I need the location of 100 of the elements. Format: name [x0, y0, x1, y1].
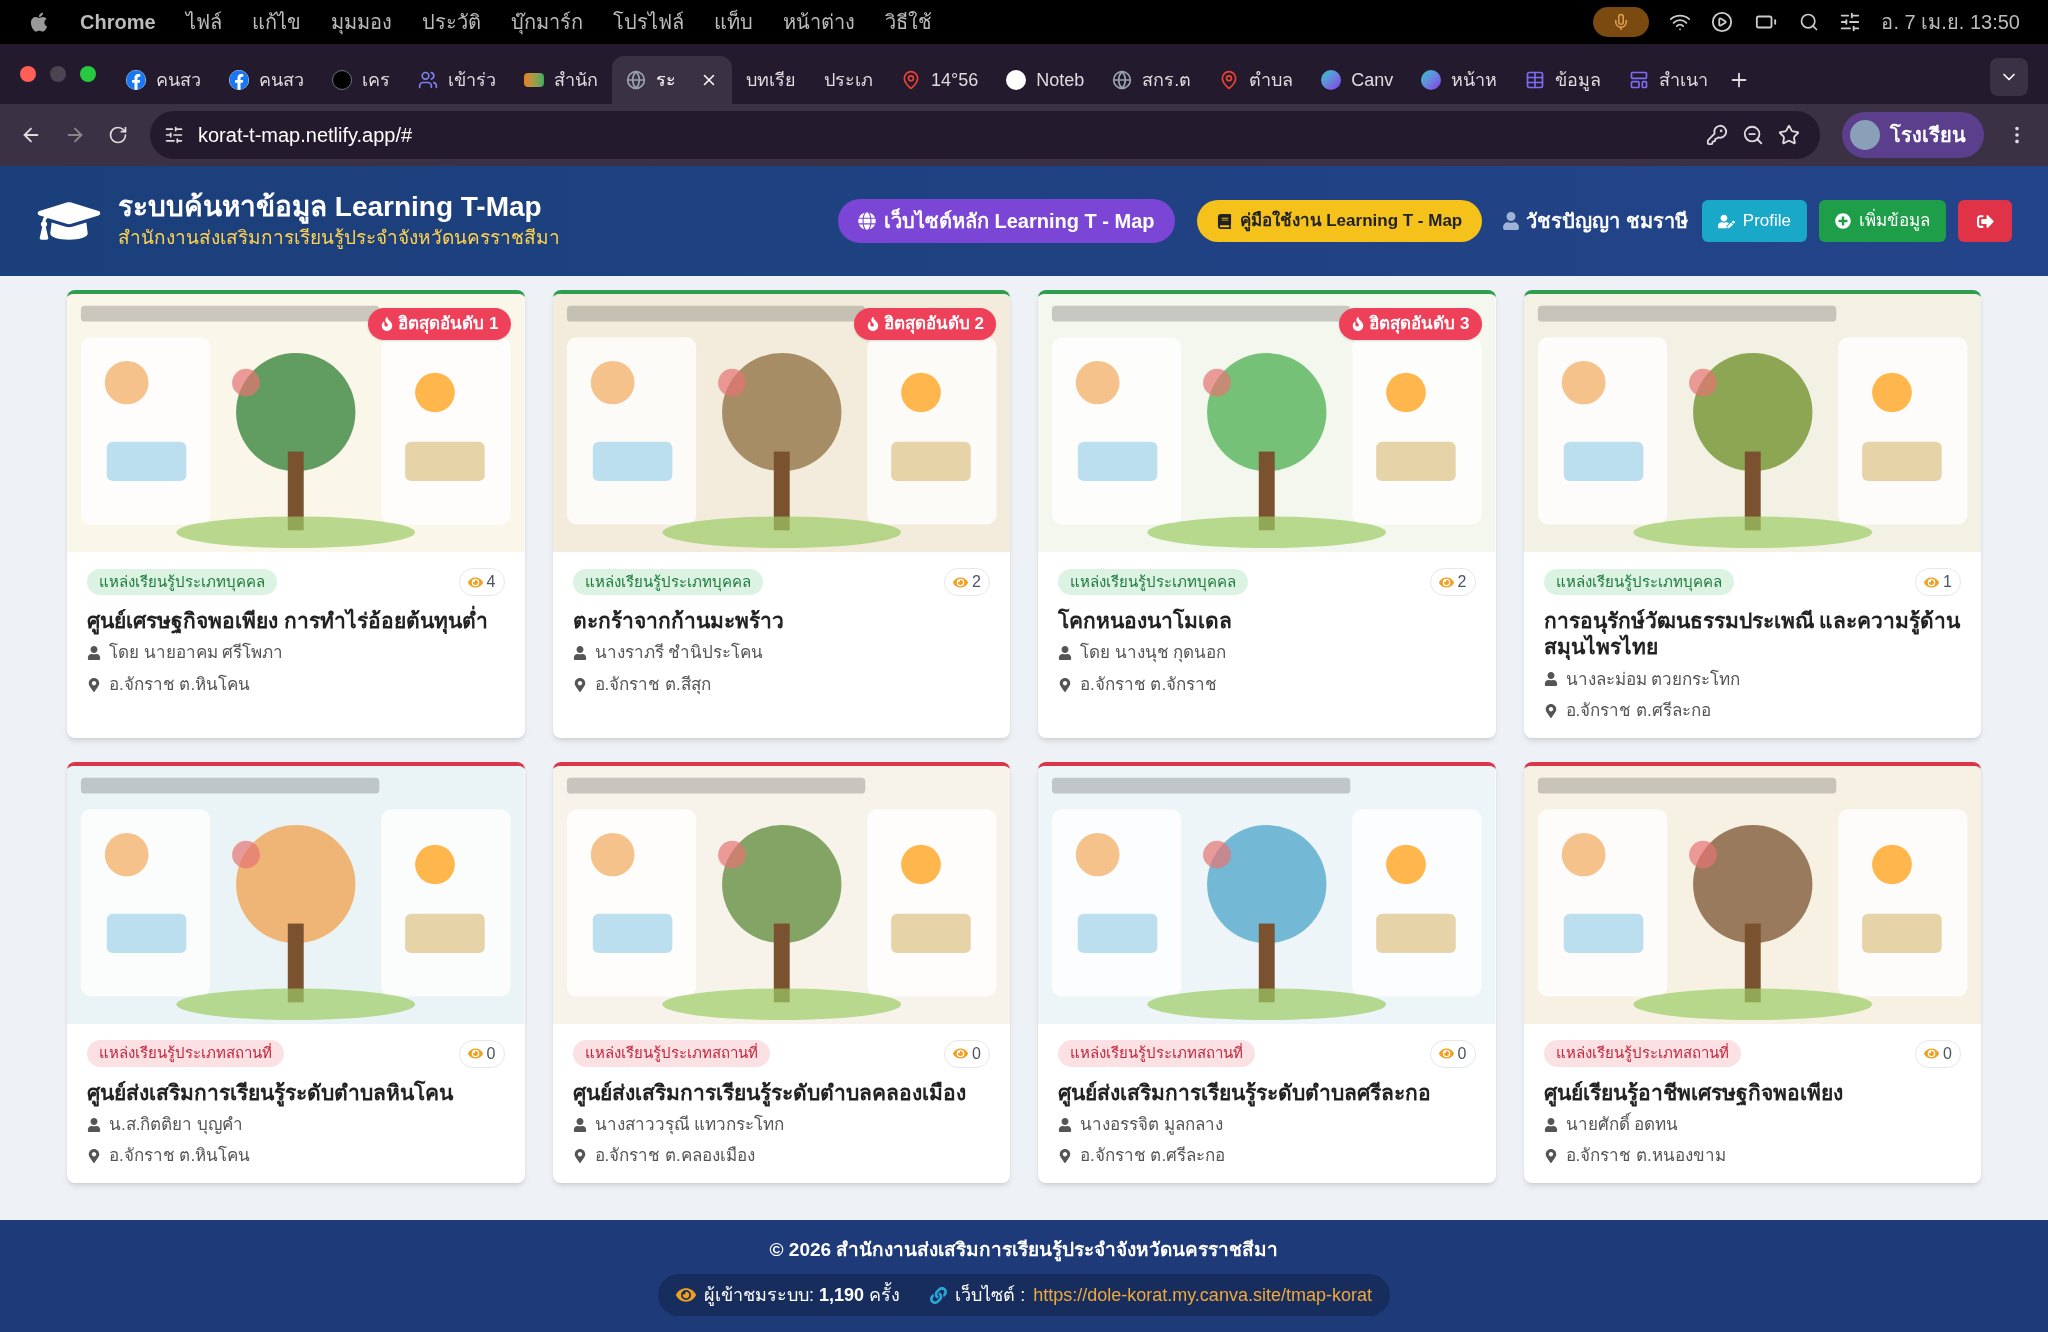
category-tag: แหล่งเรียนรู้ประเภทสถานที่	[1058, 1040, 1255, 1067]
fire-icon	[380, 316, 395, 331]
place-card[interactable]: แหล่งเรียนรู้ประเภทบุคคล 1 การอนุรักษ์วัฒนธรรมประเพณี และความรู้ด้านสมุนไพรไทย นางละม่อม ตวยกระโทก อ.จักราช ต.ศรีละกอ	[1523, 290, 1981, 738]
category-tag: แหล่งเรียนรู้ประเภทสถานที่	[87, 1040, 284, 1067]
location-icon	[1543, 1149, 1558, 1163]
visitor-count: ผู้เข้าชมระบบ: 1,190 ครั้ง	[704, 1281, 901, 1308]
owner-name: น.ส.กิตติยา บุญคำ	[109, 1113, 244, 1137]
book-icon	[1216, 213, 1232, 229]
browser-tab[interactable]: เข้าร่ว	[404, 56, 510, 104]
browser-tab[interactable]: 14°56	[887, 56, 993, 104]
menu-item[interactable]: โปรไฟล์	[612, 7, 684, 37]
app-menu[interactable]: Chrome	[80, 7, 156, 37]
browser-tab[interactable]: สกร.ต	[1098, 56, 1206, 104]
place-card[interactable]: ฮิตสุดอันดับ 1 แหล่งเรียนรู้ประเภทบุคคล 4 ศูนย์เศรษฐกิจพอเพียง การทำไร่อ้อยต้นทุนต่ำ โดย นายอาคม ศรีโพภา อ.จักราช ต.หินโคน	[67, 290, 525, 738]
browser-tab[interactable]: Canv	[1307, 56, 1408, 104]
category-tag: แหล่งเรียนรู้ประเภทสถานที่	[572, 1040, 770, 1067]
search-icon[interactable]	[1799, 12, 1820, 32]
window-icon	[1629, 70, 1650, 90]
person-icon	[1058, 1117, 1072, 1132]
logo-icon	[524, 73, 544, 87]
person-icon	[1058, 646, 1072, 660]
browser-tab[interactable]: ข้อมูล	[1511, 56, 1616, 104]
menu-item[interactable]: บุ๊กมาร์ก	[510, 7, 583, 37]
fire-icon	[865, 316, 880, 331]
main-site-button[interactable]: เว็บไซต์หลัก Learning T - Map	[837, 199, 1175, 243]
browser-tab[interactable]: บทเรีย	[732, 56, 810, 104]
browser-tab[interactable]: สำเนา	[1615, 56, 1723, 104]
browser-tab[interactable]: เคร	[318, 56, 404, 104]
browser-tab[interactable]: หน้าห	[1407, 56, 1512, 104]
site-subtitle: สำนักงานส่งเสริมการเรียนรู้ประจำจังหวัดนครราชสีมา	[118, 226, 560, 251]
clock[interactable]: อ. 7 เม.ย. 13:50	[1881, 7, 2020, 37]
browser-tab[interactable]: สำนัก	[510, 56, 612, 104]
website-link[interactable]: https://dole-korat.my.canva.site/tmap-korat	[1033, 1281, 1372, 1309]
location-text: อ.จักราช ต.สีสุก	[594, 673, 711, 697]
link-icon	[930, 1286, 948, 1304]
menu-item[interactable]: มุมมอง	[330, 7, 392, 37]
card-title: การอนุรักษ์วัฒนธรรมประเพณี และความรู้ด้านสมุนไพรไทย	[1543, 608, 1961, 661]
control-center-icon[interactable]	[1839, 11, 1862, 33]
site-settings-icon[interactable]	[164, 125, 184, 145]
location-text: อ.จักราช ต.คลองเมือง	[594, 1145, 755, 1168]
people-icon	[418, 70, 438, 90]
reload-icon[interactable]	[108, 125, 128, 145]
menu-item[interactable]: ประวัติ	[421, 7, 481, 37]
owner-name: โดย นางนุช กุดนอก	[1080, 641, 1227, 665]
place-card[interactable]: แหล่งเรียนรู้ประเภทสถานที่ 0 ศูนย์เรียนรู้อาชีพเศรษฐกิจพอเพียง นายศักดิ์ อดทน อ.จักราช ต.หนองขาม	[1523, 761, 1981, 1183]
site-title: ระบบค้นหาข้อมูล Learning T-Map	[118, 190, 543, 225]
person-icon	[572, 1117, 587, 1132]
browser-tab[interactable]: ตำบล	[1205, 56, 1308, 104]
browser-tab[interactable]: ระ	[612, 56, 732, 104]
place-card[interactable]: แหล่งเรียนรู้ประเภทสถานที่ 0 ศูนย์ส่งเสริมการเรียนรู้ระดับตำบลหินโคน น.ส.กิตติยา บุญคำ อ.จักราช ต.หินโคน	[67, 761, 525, 1183]
zoom-icon[interactable]	[1742, 124, 1764, 146]
manual-button[interactable]: คู่มือใช้งาน Learning T - Map	[1196, 200, 1483, 242]
plus-icon	[1835, 213, 1851, 229]
maximize-window-button[interactable]	[80, 66, 96, 82]
person-icon	[1543, 1117, 1558, 1132]
bookmark-icon[interactable]	[1778, 124, 1800, 146]
location-icon	[87, 677, 101, 692]
key-icon[interactable]	[1706, 124, 1728, 146]
place-card[interactable]: แหล่งเรียนรู้ประเภทสถานที่ 0 ศูนย์ส่งเสริมการเรียนรู้ระดับตำบลศรีละกอ นางอรรจิต มูลกลาง อ.จักราช ต.ศรีละกอ	[1038, 761, 1496, 1183]
location-icon	[572, 677, 587, 692]
avatar-icon	[1850, 120, 1880, 150]
browser-tab[interactable]: คนสว	[215, 56, 318, 104]
play-icon[interactable]	[1711, 11, 1734, 33]
person-icon	[87, 1117, 101, 1132]
category-tag: แหล่งเรียนรู้ประเภทบุคคล	[87, 568, 277, 596]
location-icon	[572, 1149, 587, 1163]
browser-tab[interactable]: Noteb	[992, 56, 1099, 104]
user-name: วัชรปัญญา ชมราษี	[1526, 209, 1688, 235]
category-tag: แหล่งเรียนรู้ประเภทสถานที่	[1543, 1040, 1741, 1067]
globe-icon	[1112, 70, 1133, 90]
menu-item[interactable]: วิธีใช้	[884, 7, 932, 37]
menu-item[interactable]: หน้าต่าง	[782, 7, 855, 37]
address-field[interactable]: korat-t-map.netlify.app/#	[150, 111, 1820, 159]
profile-chip[interactable]: โรงเรียน	[1842, 112, 1984, 158]
menu-item[interactable]: ไฟล์	[185, 7, 222, 37]
menu-item[interactable]: แท็บ	[713, 7, 753, 37]
browser-tab[interactable]: ประเภ	[810, 56, 887, 104]
card-title: โคกหนองนาโมเดล	[1058, 608, 1233, 634]
logout-button[interactable]	[1958, 200, 2012, 242]
place-card[interactable]: ฮิตสุดอันดับ 2 แหล่งเรียนรู้ประเภทบุคคล 2 ตะกร้าจากก้านมะพร้าว นางราภรี ชำนิประโคน อ.จักราช ต.สีสุก	[552, 290, 1010, 738]
location-text: อ.จักราช ต.ศรีละกอ	[1565, 700, 1711, 722]
microphone-icon[interactable]	[1593, 7, 1650, 37]
owner-name: นายศักดิ์ อดทน	[1565, 1111, 1679, 1136]
website-label: เว็บไซต์ :	[955, 1283, 1026, 1307]
apple-icon[interactable]	[28, 11, 50, 33]
menu-item[interactable]: แก้ไข	[251, 7, 301, 37]
owner-name: นางสาววรุณี แทวกระโทก	[594, 1113, 785, 1137]
place-card[interactable]: แหล่งเรียนรู้ประเภทสถานที่ 0 ศูนย์ส่งเสริมการเรียนรู้ระดับตำบลคลองเมือง นางสาววรุณี แทวกระโทก อ.จักราช ต.คลองเมือง	[552, 761, 1010, 1183]
user-edit-icon	[1717, 212, 1735, 230]
browser-tab[interactable]: คนสว	[112, 56, 215, 104]
eye-icon	[953, 1046, 969, 1061]
eye-icon	[1924, 1046, 1940, 1061]
card-title: ศูนย์ส่งเสริมการเรียนรู้ระดับตำบลหินโคน	[87, 1079, 505, 1106]
card-title: ศูนย์ส่งเสริมการเรียนรู้ระดับตำบลคลองเมือง	[572, 1079, 990, 1106]
location-text: อ.จักราช ต.จักราช	[1080, 673, 1218, 696]
location-text: อ.จักราช ต.หินโคน	[109, 673, 251, 696]
close-window-button[interactable]	[20, 66, 36, 82]
facebook-icon	[229, 70, 249, 90]
place-card[interactable]: ฮิตสุดอันดับ 3 แหล่งเรียนรู้ประเภทบุคคล 2 โคกหนองนาโมเดล โดย นางนุช กุดนอก อ.จักราช ต.จักราช	[1038, 290, 1496, 738]
hot-badge: ฮิตสุดอันดับ 3	[1339, 308, 1482, 340]
